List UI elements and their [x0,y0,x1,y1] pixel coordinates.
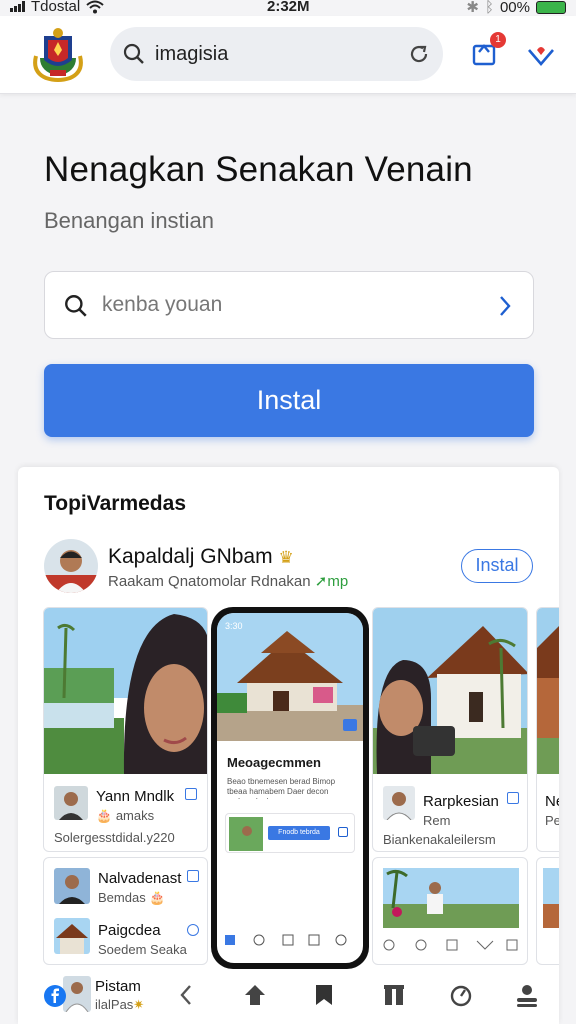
carrier-group: Tdostal [10,0,104,15]
profile-install-button[interactable]: Instal [461,549,533,583]
info-icon [187,870,199,882]
avatar[interactable] [44,539,98,593]
top-search-query[interactable]: imagisia [155,43,228,66]
gallery-card[interactable]: Yann Mndlk 🎂 amaks Solergesstdidal.y220 [43,607,208,852]
avatar [383,786,415,820]
gallery-card[interactable]: Ne Pe [536,607,559,852]
page-title: Nenagkan Senakan Venain [44,150,473,189]
checkbox[interactable] [338,827,348,837]
section-title: TopiVarmedas [44,492,186,515]
list-item[interactable]: Paigcdea Soedem Seaka [44,912,207,964]
notification-badge: 1 [490,32,506,48]
bottom-nav [0,977,576,1024]
photo-thumbnail: 3:30 [217,613,363,741]
top-search-bar[interactable]: imagisia [110,27,443,81]
phone-heading: Meoagecmmen [227,755,321,770]
avatar [54,786,88,820]
refresh-icon[interactable] [407,42,431,66]
people-icon[interactable] [513,981,541,1009]
page-subtitle: Benangan instian [44,208,215,233]
gallery-card[interactable]: Rarpkesian Rem Biankenakaleilersm [372,607,528,852]
phone-text: Beao tbnemesen berad Bimop tbeaa hamabem… [227,777,336,799]
search-placeholder: kenba youan [102,293,223,316]
search-icon [123,43,144,64]
list-item-title: Nalvadenast [98,870,182,887]
install-button[interactable]: Instal [44,364,534,437]
photo-thumbnail [229,817,263,851]
phone-time: 3:30 [225,621,243,631]
card-title: Rarpkesian [423,793,499,810]
battery-icon [536,0,566,14]
card-footer: Biankenakaleilersm [383,832,496,847]
profile-name[interactable]: Kapaldalj GNbam ♛ [108,545,294,569]
phone-screen: 3:30 Meoagecmmen Beao tbnemesen berad Bi… [217,613,363,963]
search-icon [65,295,87,317]
list-item[interactable]: Nalvadenast Bemdas 🎂 [44,858,207,912]
status-bar: Tdostal 2:32M ✱ ᛒ 00% [0,0,576,16]
bluetooth-icon: ✱ [466,0,479,16]
notification-button[interactable]: 1 [470,32,506,68]
home-icon[interactable] [242,981,268,1009]
list-card: Nalvadenast Bemdas 🎂 Paigcdea Soedem Sea… [43,857,208,965]
bookmark-icon[interactable] [312,981,336,1009]
chevron-right-icon[interactable] [497,294,513,318]
photo-thumbnail [54,918,90,954]
avatar [54,868,90,904]
cake-icon: 🎂 [96,808,113,823]
card-subtitle: 🎂 amaks [96,808,155,823]
card-title: Yann Mndlk [96,788,175,805]
battery-percent: 00% [499,0,530,16]
phone-link[interactable]: Fnodb tebrda [268,826,330,840]
mini-nav [383,939,518,951]
gallery-card[interactable] [372,857,528,965]
crown-icon: ♛ [278,548,294,567]
top-app-bar: imagisia 1 [0,16,576,94]
carrier-name: Tdostal [31,0,81,15]
featured-card: TopiVarmedas Kapaldalj GNbam ♛ Raakam Qn… [18,467,559,1024]
card-subtitle: Pe [545,813,559,828]
facebook-icon[interactable] [44,985,66,1007]
back-icon[interactable] [176,981,196,1009]
photo-thumbnail [383,868,519,928]
list-item-subtitle: Soedem Seaka [98,942,187,957]
phone-bottom-nav [225,934,347,946]
tag-icon: ➚ [314,573,328,590]
status-right: ✱ ᛒ 00% [466,0,566,16]
signal-icon [10,1,25,12]
wifi-icon [86,0,104,13]
cake-icon: 🎂 [149,890,166,905]
timer-icon[interactable] [448,981,474,1009]
card-title: Ne [545,793,559,810]
list-item-subtitle: Bemdas 🎂 [98,890,166,905]
phone-mockup[interactable]: 3:30 Meoagecmmen Beao tbnemesen berad Bi… [211,607,369,969]
phone-item[interactable]: Fnodb tebrda [225,813,355,853]
info-icon [187,924,199,936]
card-subtitle: Rem [423,813,451,828]
photo-thumbnail [44,608,207,774]
bluetooth-icon: ᛒ [484,0,494,16]
heart-icon[interactable] [526,42,556,68]
info-icon [185,788,197,800]
photo-thumbnail [373,608,527,774]
list-item-title: Paigcdea [98,922,161,939]
main-search-input[interactable]: kenba youan [44,271,534,339]
crest-logo-icon [33,28,83,82]
info-icon [507,792,519,804]
photo-thumbnail [543,868,559,928]
profile-subtitle: Raakam Qnatomolar Rdnakan ➚mp [108,573,349,590]
photo-thumbnail [537,608,559,774]
gallery-card[interactable] [536,857,559,965]
card-footer: Solergesstdidal.y220 [54,830,175,845]
columns-icon[interactable] [381,981,407,1009]
status-time: 2:32M [267,0,310,15]
